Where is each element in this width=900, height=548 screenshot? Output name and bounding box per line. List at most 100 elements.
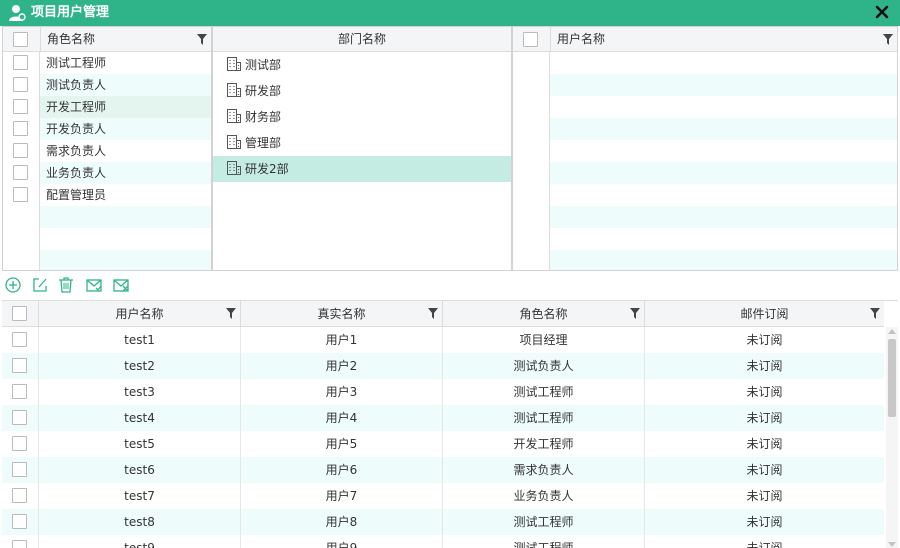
table-cell: test6	[39, 457, 241, 483]
grid-column-mail-subscription[interactable]: 邮件订阅	[645, 301, 884, 326]
filter-icon[interactable]	[883, 34, 893, 45]
row-checkbox[interactable]	[12, 462, 27, 477]
scroll-down-icon[interactable]	[888, 542, 896, 547]
scroll-thumb[interactable]	[888, 339, 896, 417]
row-checkbox[interactable]	[12, 384, 27, 399]
window-title: 项目用户管理	[31, 5, 110, 20]
row-checkbox[interactable]	[12, 488, 27, 503]
row-select-cell	[2, 457, 39, 483]
role-name: 需求负责人	[46, 144, 107, 158]
empty-row	[40, 250, 211, 270]
role-row[interactable]: 开发工程师	[13, 96, 211, 118]
table-cell: 业务负责人	[443, 483, 645, 509]
filter-icon[interactable]	[428, 308, 438, 319]
grid-select-all-checkbox[interactable]	[12, 306, 27, 321]
row-checkbox[interactable]	[12, 514, 27, 529]
table-row[interactable]: test9 用户9 测试工程师 未订阅	[2, 535, 884, 548]
row-checkbox[interactable]	[12, 436, 27, 451]
row-checkbox[interactable]	[12, 540, 27, 548]
role-row[interactable]: 测试负责人	[13, 74, 211, 96]
filter-icon[interactable]	[197, 34, 207, 45]
table-row[interactable]: test1 用户1 项目经理 未订阅	[2, 327, 884, 353]
department-item[interactable]: 测试部	[213, 52, 511, 78]
users-header: 用户名称	[513, 27, 897, 52]
add-icon[interactable]	[4, 276, 22, 294]
building-icon	[227, 161, 241, 175]
row-checkbox[interactable]	[12, 332, 27, 347]
filter-icon[interactable]	[870, 308, 880, 319]
departments-header: 部门名称	[213, 27, 511, 52]
role-row[interactable]: 业务负责人	[13, 162, 211, 184]
roles-select-all-checkbox[interactable]	[13, 32, 28, 47]
table-cell: 项目经理	[443, 327, 645, 353]
roles-panel: 角色名称 测试工程师 测试负责人 开发工程师 开发负责人 需求负责人 业务负责人 配置管理员	[2, 26, 212, 271]
table-cell: test7	[39, 483, 241, 509]
empty-row	[40, 228, 211, 250]
grid-column-role[interactable]: 角色名称	[443, 301, 645, 326]
close-icon[interactable]	[874, 4, 890, 20]
role-checkbox[interactable]	[13, 143, 28, 158]
department-item[interactable]: 财务部	[213, 104, 511, 130]
unsubscribe-mail-icon[interactable]	[112, 276, 130, 294]
table-cell: 未订阅	[746, 385, 783, 399]
user-settings-icon	[9, 5, 26, 21]
filter-icon[interactable]	[630, 308, 640, 319]
table-cell: 用户2	[241, 353, 443, 379]
table-row[interactable]: test8 用户8 测试工程师 未订阅	[2, 509, 884, 535]
table-cell: 开发工程师	[443, 431, 645, 457]
role-row[interactable]: 测试工程师	[13, 52, 211, 74]
subscribe-mail-icon[interactable]	[85, 276, 103, 294]
filter-icon[interactable]	[226, 308, 236, 319]
table-cell: test5	[39, 431, 241, 457]
role-checkbox[interactable]	[13, 187, 28, 202]
table-row[interactable]: test5 用户5 开发工程师 未订阅	[2, 431, 884, 457]
department-item[interactable]: 研发2部	[213, 156, 511, 182]
table-row[interactable]: test6 用户6 需求负责人 未订阅	[2, 457, 884, 483]
table-cell: 用户9	[241, 535, 443, 548]
department-item[interactable]: 研发部	[213, 78, 511, 104]
table-row[interactable]: test3 用户3 测试工程师 未订阅	[2, 379, 884, 405]
grid-column-realname[interactable]: 真实名称	[241, 301, 443, 326]
table-cell: test2	[39, 353, 241, 379]
department-name: 研发部	[245, 84, 282, 98]
departments-panel: 部门名称 测试部研发部财务部管理部 研发2部	[212, 26, 512, 271]
row-checkbox[interactable]	[12, 358, 27, 373]
row-checkbox[interactable]	[12, 410, 27, 425]
delete-icon[interactable]	[57, 276, 75, 294]
column-label: 邮件订阅	[740, 307, 789, 321]
row-select-cell	[2, 353, 39, 379]
table-cell: 未订阅	[746, 515, 783, 529]
role-checkbox[interactable]	[13, 165, 28, 180]
department-item[interactable]: 管理部	[213, 130, 511, 156]
role-checkbox[interactable]	[13, 99, 28, 114]
building-icon	[227, 109, 241, 123]
empty-row	[40, 206, 211, 228]
users-select-all-checkbox[interactable]	[523, 32, 538, 47]
grid-toolbar	[0, 276, 200, 296]
scroll-up-icon[interactable]	[888, 329, 896, 334]
role-checkbox[interactable]	[13, 121, 28, 136]
table-cell: test4	[39, 405, 241, 431]
grid-vertical-scrollbar[interactable]	[886, 327, 898, 548]
table-cell: test1	[39, 327, 241, 353]
users-panel: 用户名称	[512, 26, 898, 271]
department-name: 财务部	[245, 110, 282, 124]
column-label: 真实名称	[317, 307, 366, 321]
table-row[interactable]: test2 用户2 测试负责人 未订阅	[2, 353, 884, 379]
table-row[interactable]: test7 用户7 业务负责人 未订阅	[2, 483, 884, 509]
table-row[interactable]: test4 用户4 测试工程师 未订阅	[2, 405, 884, 431]
building-icon	[227, 57, 241, 71]
grid-column-username[interactable]: 用户名称	[39, 301, 241, 326]
title-bar: 项目用户管理	[0, 0, 900, 26]
role-row[interactable]: 开发负责人	[13, 118, 211, 140]
role-checkbox[interactable]	[13, 55, 28, 70]
role-row[interactable]: 需求负责人	[13, 140, 211, 162]
empty-row	[550, 118, 897, 140]
table-cell: 需求负责人	[443, 457, 645, 483]
users-header-label: 用户名称	[557, 32, 606, 46]
table-cell: 用户1	[241, 327, 443, 353]
role-row[interactable]: 配置管理员	[13, 184, 211, 206]
empty-row	[550, 96, 897, 118]
edit-icon[interactable]	[31, 276, 49, 294]
role-checkbox[interactable]	[13, 77, 28, 92]
